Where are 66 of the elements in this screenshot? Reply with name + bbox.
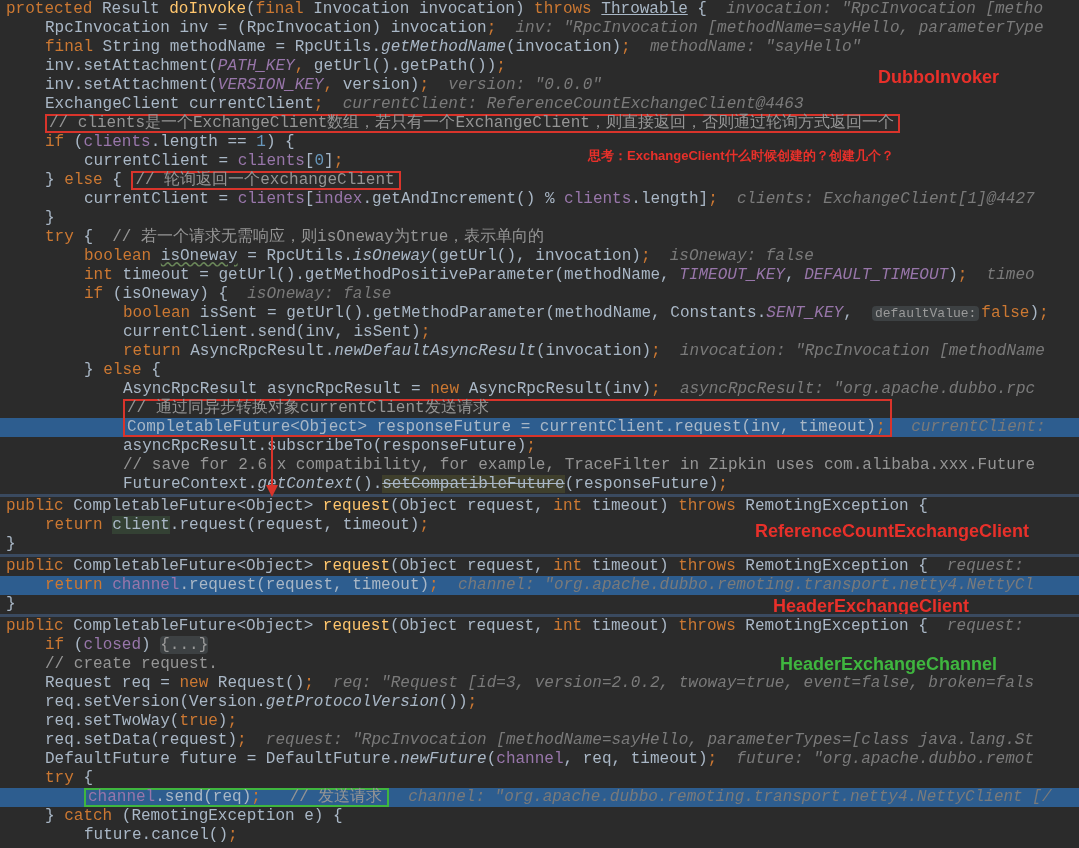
code-line: boolean isSent = getUrl().getMethodParameter(methodName, Constants.SENT_KEY, defaultValue: false); [123,304,1049,323]
class-name-label: DubboInvoker [878,66,999,88]
code-line: future.cancel(); [84,826,238,845]
code-line: } [45,209,55,228]
class-name-label: ReferenceCountExchangeClient [755,520,1030,542]
code-line: req.setTwoWay(true); [45,712,238,731]
debug-value: req: "Request [id=3, version=2.0.2, twoway=true, event=false, broken=fals [332,674,1034,693]
class-name-label: HeaderExchangeClient [773,595,970,617]
code-line: final String methodName = RpcUtils.getMethodName(invocation); [45,38,631,57]
code-line: return client.request(request, timeout); [45,516,430,535]
code-line: int timeout = getUrl().getMethodPositiveParameter(methodName, TIMEOUT_KEY, DEFAULT_TIMEOUT); [84,266,968,285]
code-line: public CompletableFuture<Object> request(Object request, int timeout) throws RemotingException { [6,497,928,516]
code-line: RpcInvocation inv = (RpcInvocation) invocation; [45,19,497,38]
code-line: } catch (RemotingException e) { [45,807,343,826]
annotated-code-line: // 通过同异步转换对象currentClient发送请求 [123,399,892,418]
code-line: currentClient = clients[0]; [84,152,344,171]
debug-value: channel: "org.apache.dubbo.remoting.transport.netty4.NettyCl [456,576,1034,595]
code-line: } [6,535,16,554]
debug-value: inv: "RpcInvocation [methodName=sayHello, parameterType [514,19,1044,38]
code-line: boolean isOneway = RpcUtils.isOneway(getUrl(), invocation); [84,247,651,266]
code-line: return channel.request(request, timeout); [45,576,439,595]
debug-value: invocation: "RpcInvocation [metho [726,0,1043,19]
annotated-code-line: // 轮询返回一个exchangeClient [131,171,402,190]
class-name-label: HeaderExchangeChannel [780,653,998,675]
debug-value: future: "org.apache.dubbo.remot [735,750,1034,769]
code-line: req.setData(request); [45,731,247,750]
code-line: } else { [45,171,123,190]
code-line: req.setVersion(Version.getProtocolVersion()); [45,693,478,712]
code-line: return AsyncRpcResult.newDefaultAsyncResult(invocation); [123,342,661,361]
code-line: inv.setAttachment(VERSION_KEY, version); [45,76,430,95]
code-line: if (clients.length == 1) { [45,133,295,152]
code-line: if (isOneway) { [84,285,230,304]
code-line: if (closed) {...} [45,636,209,655]
code-line: try { [45,769,93,788]
code-line: inv.setAttachment(PATH_KEY, getUrl().getPath()); [45,57,506,76]
debug-value: request: "RpcInvocation [methodName=sayHello, parameterTypes=[class java.lang.St [264,731,1034,750]
code-line: } [6,595,16,614]
code-line: protected Result doInvoke(final Invocation invocation) throws Throwable { [6,0,708,19]
annotated-code-line: // clients是一个ExchangeClient数组，若只有一个ExchangeClient，则直接返回，否则通过轮询方式返回一个 [45,114,900,133]
code-line: AsyncRpcResult asyncRpcResult = new AsyncRpcResult(inv); [123,380,661,398]
code-line: public CompletableFuture<Object> request(Object request, int timeout) throws RemotingException { [6,557,928,576]
debug-value: isOneway: false [668,247,814,266]
code-line: Request req = new Request(); [45,674,314,693]
code-line: currentClient.send(inv, isSent); [123,323,431,342]
debug-value: asyncRpcResult: "org.apache.dubbo.rpc [678,380,1036,399]
debug-value: methodName: "sayHello" [648,38,862,57]
debug-value: currentClient: [910,418,1046,437]
question-note: 思考：ExchangeClient什么时候创建的？创建几个？ [588,147,894,165]
code-line: DefaultFuture future = DefaultFuture.newFuture(channel, req, timeout); [45,750,718,769]
code-line: // create request. [45,655,218,674]
code-line: public CompletableFuture<Object> request(Object request, int timeout) throws RemotingException { [6,617,928,636]
annotated-code-line: CompletableFuture<Object> responseFuture = currentClient.request(inv, timeout); [123,418,892,437]
code-line: currentClient = clients[index.getAndIncrement() % clients.length]; [84,190,718,209]
code-line: } else { [84,361,161,380]
debug-value: invocation: "RpcInvocation [methodName [678,342,1045,361]
debug-value: channel: "org.apache.dubbo.remoting.transport.netty4.NettyClient [/ [407,788,1052,807]
debug-value: clients: ExchangeClient[1]@4427 [735,190,1035,209]
debug-value: isOneway: false [247,285,392,304]
debug-value: request: [946,557,1024,576]
annotated-code-line: channel.send(req); // 发送请求 [84,788,389,807]
debug-value: version: "0.0.0" [447,76,602,95]
debug-value: timeo [985,266,1035,285]
debug-value: currentClient: ReferenceCountExchangeClient@4463 [341,95,804,113]
debug-value: request: [946,617,1024,636]
code-line: ExchangeClient currentClient; [45,95,324,114]
code-line: try { // 若一个请求无需响应，则isOneway为true，表示单向的 [45,228,545,247]
